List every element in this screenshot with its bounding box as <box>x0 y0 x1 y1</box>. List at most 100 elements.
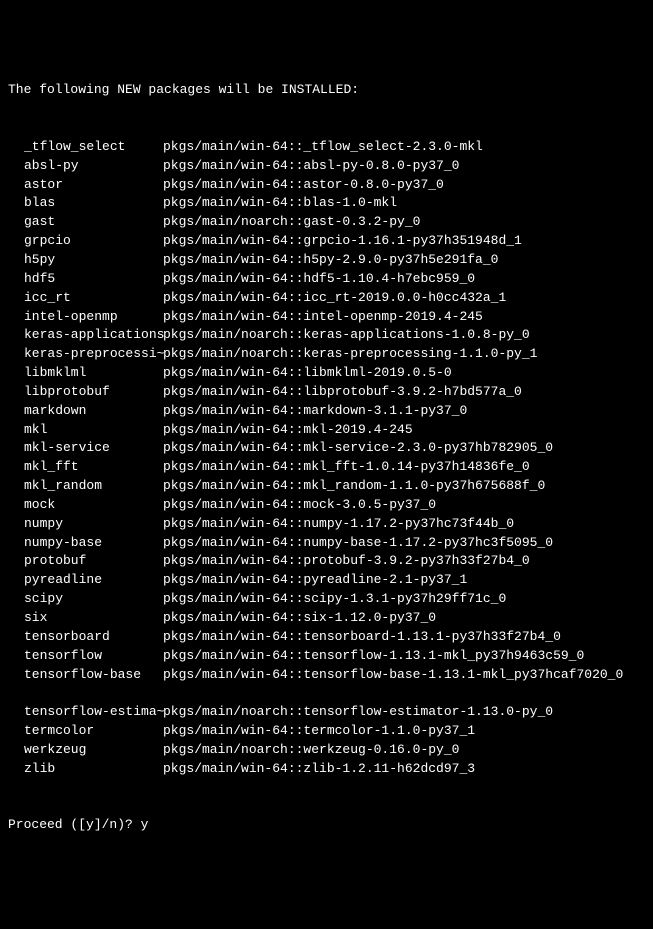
package-spec: pkgs/main/win-64::mkl_fft-1.0.14-py37h14… <box>163 458 530 477</box>
package-spec: pkgs/main/win-64::zlib-1.2.11-h62dcd97_3 <box>163 760 475 779</box>
package-spec: pkgs/main/win-64::numpy-1.17.2-py37hc73f… <box>163 515 514 534</box>
package-spec: pkgs/main/noarch::gast-0.3.2-py_0 <box>163 213 420 232</box>
package-name: astor <box>8 176 163 195</box>
package-spec: pkgs/main/win-64::six-1.12.0-py37_0 <box>163 609 436 628</box>
proceed-input[interactable]: y <box>141 817 149 832</box>
package-spec: pkgs/main/win-64::intel-openmp-2019.4-24… <box>163 308 483 327</box>
package-list: _tflow_selectpkgs/main/win-64::_tflow_se… <box>8 138 645 779</box>
package-row: mkl_fftpkgs/main/win-64::mkl_fft-1.0.14-… <box>8 458 645 477</box>
package-row: termcolorpkgs/main/win-64::termcolor-1.1… <box>8 722 645 741</box>
package-name: libprotobuf <box>8 383 163 402</box>
package-name: mock <box>8 496 163 515</box>
package-row: markdownpkgs/main/win-64::markdown-3.1.1… <box>8 402 645 421</box>
package-row: protobufpkgs/main/win-64::protobuf-3.9.2… <box>8 552 645 571</box>
package-spec: pkgs/main/noarch::keras-applications-1.0… <box>163 326 530 345</box>
package-row: mockpkgs/main/win-64::mock-3.0.5-py37_0 <box>8 496 645 515</box>
package-spec: pkgs/main/win-64::termcolor-1.1.0-py37_1 <box>163 722 475 741</box>
package-row: mkl-servicepkgs/main/win-64::mkl-service… <box>8 439 645 458</box>
blank-line <box>8 684 645 703</box>
package-row: mklpkgs/main/win-64::mkl-2019.4-245 <box>8 421 645 440</box>
package-spec: pkgs/main/win-64::absl-py-0.8.0-py37_0 <box>163 157 459 176</box>
package-row: scipypkgs/main/win-64::scipy-1.3.1-py37h… <box>8 590 645 609</box>
package-name: h5py <box>8 251 163 270</box>
package-row: keras-applicationspkgs/main/noarch::kera… <box>8 326 645 345</box>
package-name: keras-applications <box>8 326 163 345</box>
package-row: sixpkgs/main/win-64::six-1.12.0-py37_0 <box>8 609 645 628</box>
package-name: mkl <box>8 421 163 440</box>
package-name: intel-openmp <box>8 308 163 327</box>
package-spec: pkgs/main/win-64::icc_rt-2019.0.0-h0cc43… <box>163 289 506 308</box>
package-spec: pkgs/main/win-64::mock-3.0.5-py37_0 <box>163 496 436 515</box>
package-spec: pkgs/main/win-64::grpcio-1.16.1-py37h351… <box>163 232 522 251</box>
package-row: h5pypkgs/main/win-64::h5py-2.9.0-py37h5e… <box>8 251 645 270</box>
proceed-prompt: Proceed ([y]/n)? <box>8 817 141 832</box>
package-row: grpciopkgs/main/win-64::grpcio-1.16.1-py… <box>8 232 645 251</box>
package-name: mkl_random <box>8 477 163 496</box>
package-row: absl-pypkgs/main/win-64::absl-py-0.8.0-p… <box>8 157 645 176</box>
package-row: icc_rtpkgs/main/win-64::icc_rt-2019.0.0-… <box>8 289 645 308</box>
package-spec: pkgs/main/win-64::libmklml-2019.0.5-0 <box>163 364 452 383</box>
package-spec: pkgs/main/win-64::mkl-service-2.3.0-py37… <box>163 439 553 458</box>
package-spec: pkgs/main/win-64::libprotobuf-3.9.2-h7bd… <box>163 383 522 402</box>
package-name: _tflow_select <box>8 138 163 157</box>
package-name: six <box>8 609 163 628</box>
proceed-line: Proceed ([y]/n)? y <box>8 816 645 835</box>
package-name: gast <box>8 213 163 232</box>
package-name: scipy <box>8 590 163 609</box>
package-row: tensorboardpkgs/main/win-64::tensorboard… <box>8 628 645 647</box>
package-name: zlib <box>8 760 163 779</box>
package-row: _tflow_selectpkgs/main/win-64::_tflow_se… <box>8 138 645 157</box>
package-row: numpypkgs/main/win-64::numpy-1.17.2-py37… <box>8 515 645 534</box>
package-row: blaspkgs/main/win-64::blas-1.0-mkl <box>8 194 645 213</box>
package-name: protobuf <box>8 552 163 571</box>
package-name: grpcio <box>8 232 163 251</box>
package-name: mkl-service <box>8 439 163 458</box>
package-spec: pkgs/main/win-64::_tflow_select-2.3.0-mk… <box>163 138 483 157</box>
package-name: icc_rt <box>8 289 163 308</box>
package-spec: pkgs/main/win-64::blas-1.0-mkl <box>163 194 397 213</box>
package-row: libprotobufpkgs/main/win-64::libprotobuf… <box>8 383 645 402</box>
package-name: tensorboard <box>8 628 163 647</box>
package-row: intel-openmppkgs/main/win-64::intel-open… <box>8 308 645 327</box>
package-row: keras-preprocessi~pkgs/main/noarch::kera… <box>8 345 645 364</box>
package-name: markdown <box>8 402 163 421</box>
package-spec: pkgs/main/win-64::protobuf-3.9.2-py37h33… <box>163 552 530 571</box>
package-spec: pkgs/main/win-64::astor-0.8.0-py37_0 <box>163 176 444 195</box>
package-spec: pkgs/main/win-64::mkl_random-1.1.0-py37h… <box>163 477 545 496</box>
package-row: werkzeugpkgs/main/noarch::werkzeug-0.16.… <box>8 741 645 760</box>
package-name: pyreadline <box>8 571 163 590</box>
package-spec: pkgs/main/win-64::tensorflow-1.13.1-mkl_… <box>163 647 584 666</box>
package-spec: pkgs/main/noarch::keras-preprocessing-1.… <box>163 345 537 364</box>
package-row: zlibpkgs/main/win-64::zlib-1.2.11-h62dcd… <box>8 760 645 779</box>
package-row: tensorflow-estima~pkgs/main/noarch::tens… <box>8 703 645 722</box>
package-row: hdf5pkgs/main/win-64::hdf5-1.10.4-h7ebc9… <box>8 270 645 289</box>
package-spec: pkgs/main/win-64::scipy-1.3.1-py37h29ff7… <box>163 590 506 609</box>
package-row: pyreadlinepkgs/main/win-64::pyreadline-2… <box>8 571 645 590</box>
package-spec: pkgs/main/win-64::pyreadline-2.1-py37_1 <box>163 571 467 590</box>
package-name: tensorflow-base <box>8 666 163 685</box>
package-row: tensorflow-basepkgs/main/win-64::tensorf… <box>8 666 645 685</box>
package-row: libmklmlpkgs/main/win-64::libmklml-2019.… <box>8 364 645 383</box>
package-spec: pkgs/main/win-64::mkl-2019.4-245 <box>163 421 413 440</box>
package-name: numpy <box>8 515 163 534</box>
package-name: blas <box>8 194 163 213</box>
package-name: keras-preprocessi~ <box>8 345 163 364</box>
package-row: gastpkgs/main/noarch::gast-0.3.2-py_0 <box>8 213 645 232</box>
package-spec: pkgs/main/noarch::tensorflow-estimator-1… <box>163 703 553 722</box>
package-row: tensorflowpkgs/main/win-64::tensorflow-1… <box>8 647 645 666</box>
package-name: mkl_fft <box>8 458 163 477</box>
package-name: termcolor <box>8 722 163 741</box>
package-spec: pkgs/main/win-64::tensorflow-base-1.13.1… <box>163 666 623 685</box>
package-name: hdf5 <box>8 270 163 289</box>
package-spec: pkgs/main/win-64::markdown-3.1.1-py37_0 <box>163 402 467 421</box>
package-name: libmklml <box>8 364 163 383</box>
package-spec: pkgs/main/win-64::numpy-base-1.17.2-py37… <box>163 534 553 553</box>
package-row: mkl_randompkgs/main/win-64::mkl_random-1… <box>8 477 645 496</box>
package-row: numpy-basepkgs/main/win-64::numpy-base-1… <box>8 534 645 553</box>
package-spec: pkgs/main/noarch::werkzeug-0.16.0-py_0 <box>163 741 459 760</box>
package-name: numpy-base <box>8 534 163 553</box>
package-name: tensorflow-estima~ <box>8 703 163 722</box>
package-spec: pkgs/main/win-64::h5py-2.9.0-py37h5e291f… <box>163 251 498 270</box>
package-row: astorpkgs/main/win-64::astor-0.8.0-py37_… <box>8 176 645 195</box>
package-spec: pkgs/main/win-64::hdf5-1.10.4-h7ebc959_0 <box>163 270 475 289</box>
